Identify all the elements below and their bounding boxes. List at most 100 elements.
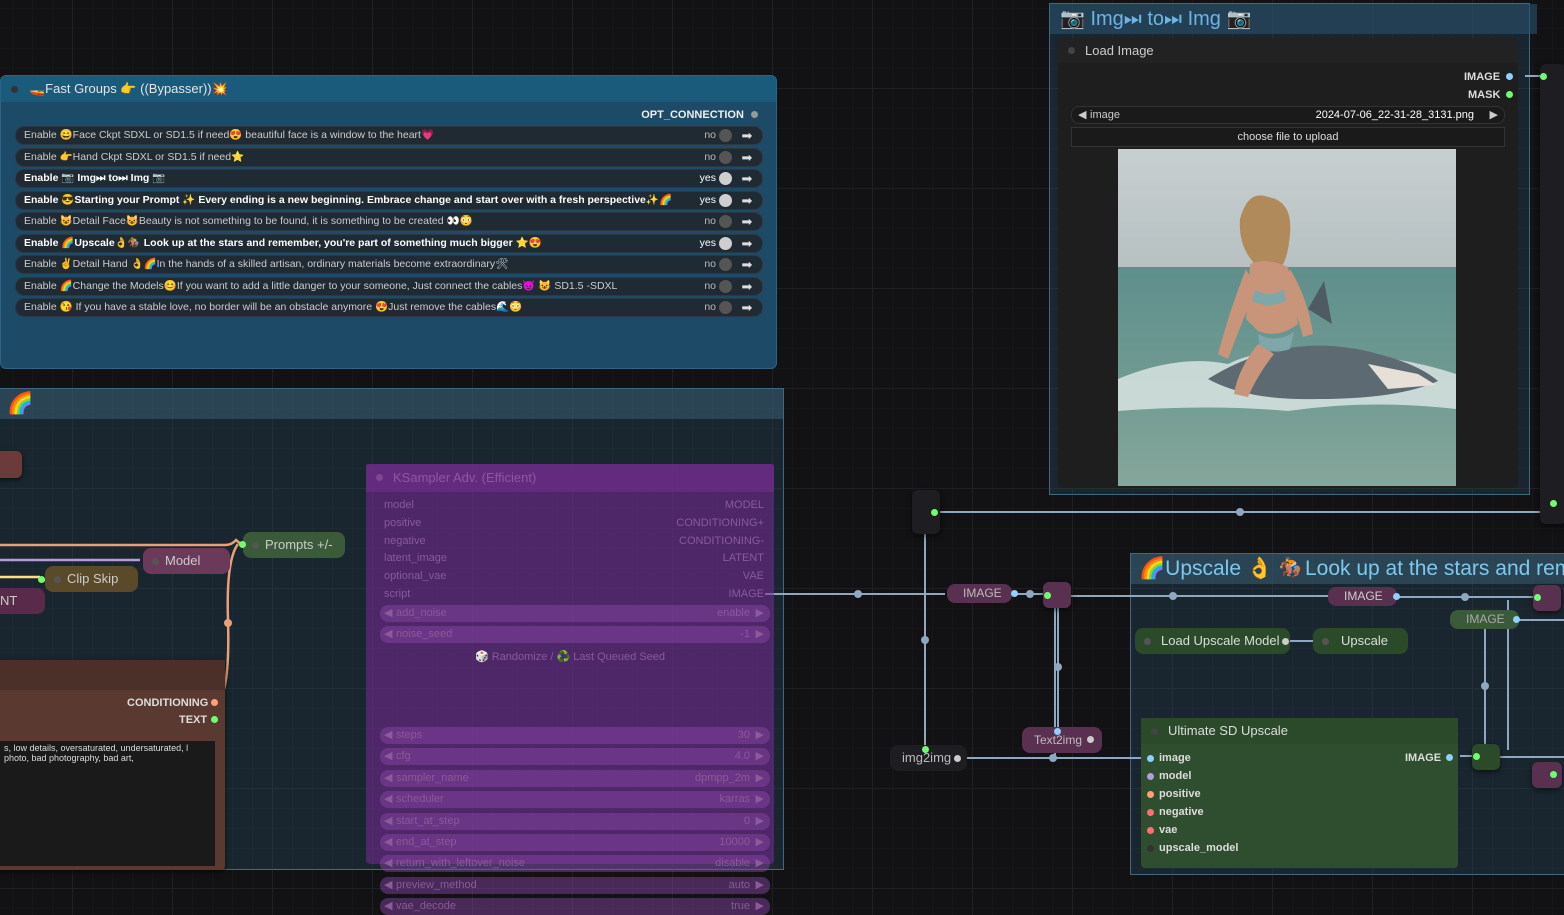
ksampler-input[interactable]: script [384,586,410,602]
right-arrow-icon[interactable]: ▶ [756,791,764,808]
navigate-arrow-icon[interactable]: ➡ [736,127,758,144]
toggle-row[interactable]: Enable 😺Detail Face😺Beauty is not someth… [15,212,763,231]
left-arrow-icon[interactable]: ◀ [384,626,392,643]
ksampler-widget[interactable]: ◀ scheduler karras ▶ [380,791,770,808]
switch-dot-icon[interactable] [1473,753,1480,760]
ksampler-widget[interactable]: ◀ vae_decode true ▶ [380,898,770,915]
toggle-row[interactable]: Enable 📷 Img⏭ to⏭ Img 📷 yes ➡ [15,169,763,188]
ksampler-widget[interactable]: ◀ return_with_leftover_noise disable ▶ [380,855,770,872]
input-dot-icon[interactable] [1147,827,1154,834]
image-reroute-b[interactable]: IMAGE [1328,587,1397,606]
model-node[interactable]: Model [143,548,231,574]
output-dot-icon[interactable] [751,111,758,118]
img2img-in-dot-icon[interactable] [922,746,929,753]
input-dot-icon[interactable] [1147,791,1154,798]
left-arrow-icon[interactable]: ◀ [384,834,392,851]
collapse-dot-icon[interactable] [252,542,259,549]
toggle-switch-icon[interactable] [719,172,732,185]
ksampler-widget[interactable]: ◀ cfg 4.0 ▶ [380,748,770,765]
navigate-arrow-icon[interactable]: ➡ [736,278,758,295]
switch-dot-icon[interactable] [1550,771,1557,778]
left-arrow-icon[interactable]: ◀ [384,748,392,765]
right-arrow-icon[interactable]: ▶ [756,877,764,894]
image-output-dot-icon[interactable] [1506,73,1513,80]
right-arrow-icon[interactable]: ▶ [756,626,764,643]
input-dot-icon[interactable] [1147,845,1154,852]
clip-skip-node[interactable]: Clip Skip [45,566,139,592]
collapse-dot-icon[interactable] [1322,638,1329,645]
image-out-dot-icon[interactable] [1011,590,1018,597]
collapse-dot-icon[interactable] [1144,638,1151,645]
load-image-header[interactable]: Load Image [1058,38,1518,63]
navigate-arrow-icon[interactable]: ➡ [736,235,758,252]
toggle-switch-icon[interactable] [719,279,732,293]
upscale-input[interactable]: image [1147,752,1191,764]
right-arrow-icon[interactable]: ▶ [756,855,764,872]
switch-node-d[interactable] [1532,762,1562,788]
ksampler-output[interactable]: CONDITIONING- [679,533,764,549]
upscale-input[interactable]: positive [1147,788,1201,800]
partial-node-left[interactable] [0,451,22,478]
upscale-input[interactable]: vae [1147,824,1177,836]
conditioning-output-dot-icon[interactable] [211,699,218,706]
ksampler-widget[interactable]: ◀ start_at_step 0 ▶ [380,813,770,830]
ksampler-widget[interactable]: ◀ add_noise enable ▶ [380,605,770,622]
clip-skip-input-dot-icon[interactable] [38,576,45,583]
left-arrow-icon[interactable]: ◀ [384,813,392,830]
ksampler-widget[interactable]: ◀ end_at_step 10000 ▶ [380,834,770,851]
input-dot-icon[interactable] [1147,809,1154,816]
upscale-image-output-dot-icon[interactable] [1446,754,1453,761]
ksampler-output[interactable]: MODEL [725,497,764,513]
right-arrow-icon[interactable]: ▶ [1490,107,1498,123]
clip-text-area[interactable]: s, low details, oversaturated, undersatu… [0,741,215,866]
image-reroute-a[interactable]: IMAGE [947,584,1012,603]
ultimate-sd-upscale-header[interactable]: Ultimate SD Upscale [1141,718,1458,744]
input-dot-icon[interactable] [1147,755,1154,762]
text2img-in-dot-icon[interactable] [1054,728,1061,735]
navigate-arrow-icon[interactable]: ➡ [736,149,758,166]
ksampler-output[interactable]: LATENT [723,550,764,566]
ksampler-output[interactable]: VAE [743,568,764,584]
toggle-switch-icon[interactable] [719,301,732,314]
left-arrow-icon[interactable]: ◀ [384,791,392,808]
right-arrow-icon[interactable]: ▶ [756,770,764,787]
left-arrow-icon[interactable]: ◀ [384,605,392,622]
upscale-model-out-dot-icon[interactable] [1282,638,1289,645]
ultimate-sd-upscale-node[interactable]: Ultimate SD Upscale image model positive ne… [1141,718,1458,868]
ksampler-input[interactable]: negative [384,533,426,549]
left-arrow-icon[interactable]: ◀ [1078,107,1086,123]
right-arrow-icon[interactable]: ▶ [756,834,764,851]
image-out-dot-icon[interactable] [1513,616,1520,623]
opt-connection-output[interactable]: OPT_CONNECTION [641,109,758,121]
ksampler-widget[interactable]: ◀ noise_seed -1 ▶ [380,626,770,643]
upscale-input[interactable]: model [1147,770,1191,782]
reroute-dot-icon[interactable] [931,509,938,516]
left-arrow-icon[interactable]: ◀ [384,898,392,915]
collapse-dot-icon[interactable] [11,86,18,93]
upscale-node[interactable]: Upscale [1313,628,1408,654]
switch-dot-icon[interactable] [1534,594,1541,601]
collapse-dot-icon[interactable] [1068,47,1075,54]
upload-button[interactable]: choose file to upload [1071,127,1505,147]
reroute-node-right[interactable] [1540,64,1564,524]
upscale-group-title[interactable]: 🌈Upscale 👌 🏇Look up at the stars and rem… [1131,554,1564,584]
img2img-out-dot-icon[interactable] [954,755,961,762]
ksampler-output[interactable]: IMAGE [729,586,764,602]
reroute-dot-icon[interactable] [1550,500,1557,507]
toggle-row[interactable]: Enable 😘 If you have a stable love, no b… [15,298,763,317]
toggle-row[interactable]: Enable ✌Detail Hand 👌🌈In the hands of a … [15,255,763,274]
left-arrow-icon[interactable]: ◀ [384,877,392,894]
toggle-row[interactable]: Enable 🌈Upscale👌🏇 Look up at the stars a… [15,233,763,253]
fast-groups-bypasser-node[interactable]: 🚤Fast Groups 👉 ((Bypasser))💥 OPT_CONNECT… [0,75,777,369]
prompts-node[interactable]: Prompts +/- [243,532,345,558]
left-arrow-icon[interactable]: ◀ [384,727,392,744]
toggle-switch-icon[interactable] [719,150,732,164]
left-arrow-icon[interactable]: ◀ [384,855,392,872]
img2img-group-header[interactable]: 📷 Img⏭ to⏭ Img 📷 [1050,4,1537,34]
ksampler-node[interactable]: KSampler Adv. (Efficient) model MODEL posi… [366,464,774,915]
toggle-switch-icon[interactable] [719,193,732,207]
image-combo-widget[interactable]: ◀ image 2024-07-06_22-31-28_3131.png ▶ [1071,106,1505,124]
ksampler-input[interactable]: positive [384,515,421,531]
ksampler-input[interactable]: latent_image [384,550,447,566]
image-reroute-c[interactable]: IMAGE [1450,610,1519,629]
